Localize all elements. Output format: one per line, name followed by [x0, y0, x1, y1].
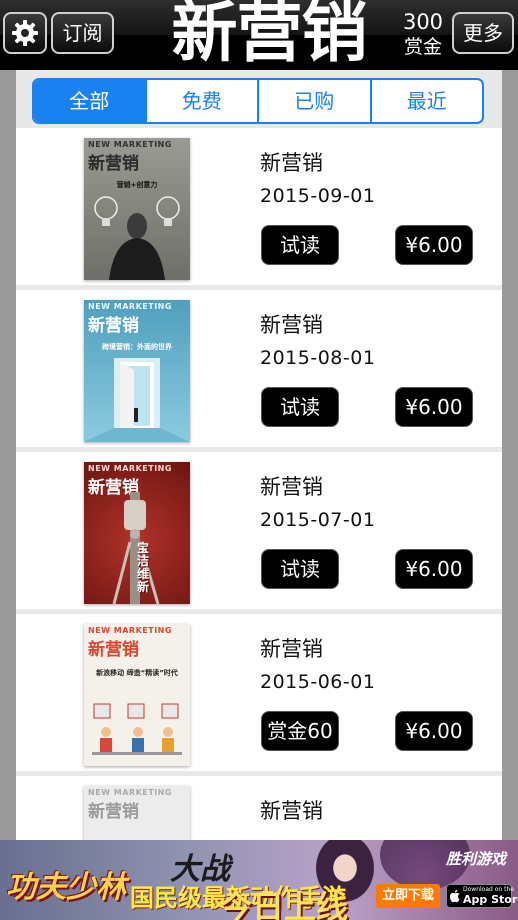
issue-list: NEW MARKETING 新营销 营销+创意力 新营销 2015-09-01 … — [16, 128, 502, 840]
bounty-count: 300 — [402, 10, 444, 34]
more-button[interactable]: 更多 — [452, 12, 514, 54]
ad-game-logo: 功夫少林 — [6, 870, 126, 905]
ad-brand: 胜利游戏 — [446, 850, 507, 868]
door-illustration — [84, 358, 190, 442]
trial-read-button[interactable]: 试读 — [262, 226, 338, 264]
ad-download-button[interactable]: 立即下载 — [376, 884, 440, 908]
people-illustration — [92, 703, 182, 755]
tab-recent[interactable]: 最近 — [369, 80, 483, 122]
tab-all[interactable]: 全部 — [34, 80, 145, 122]
issue-cover[interactable]: NEW MARKETING 新营销 — [84, 786, 190, 840]
tab-free[interactable]: 免费 — [144, 80, 258, 122]
buy-price-button[interactable]: ¥6.00 — [396, 226, 472, 264]
cover-headline: 宝洁维新 — [136, 541, 149, 594]
bounty-read-button[interactable]: 赏金60 — [262, 712, 338, 750]
top-bar: 订阅 新营销 300 赏金 更多 — [0, 0, 518, 70]
issue-cover[interactable]: NEW MARKETING 新营销 宝洁维新 — [84, 462, 190, 604]
issue-title: 新营销 — [260, 313, 323, 337]
issue-date: 2015-07-01 — [260, 509, 376, 531]
app-title: 新营销 — [171, 0, 368, 70]
buy-price-button[interactable]: ¥6.00 — [396, 550, 472, 588]
issue-row: NEW MARKETING 新营销 跨境营销：外面的世界 新营销 2015-08… — [16, 290, 502, 447]
tab-purchased[interactable]: 已购 — [257, 80, 370, 122]
issue-title: 新营销 — [260, 637, 323, 661]
issue-row: NEW MARKETING 新营销 宝洁维新 新营销 2015-07-01 试读… — [16, 452, 502, 609]
subscribe-button[interactable]: 订阅 — [51, 12, 114, 54]
issue-title: 新营销 — [260, 475, 323, 499]
ad-banner[interactable]: 功夫少林 大战 国民级最新动作手游 今日上线 胜利游戏 立即下载 Downloa… — [0, 840, 518, 920]
app-store-big-text: App Store — [463, 893, 518, 906]
issue-title: 新营销 — [260, 151, 323, 175]
issue-date: 2015-08-01 — [260, 347, 376, 369]
issue-row: NEW MARKETING 新营销 营销+创意力 新营销 2015-09-01 … — [16, 128, 502, 285]
settings-button[interactable] — [3, 12, 47, 54]
issue-cover[interactable]: NEW MARKETING 新营销 跨境营销：外面的世界 — [84, 300, 190, 442]
bounty-label: 赏金 — [403, 36, 442, 58]
cover-logo: 新营销 — [88, 802, 139, 822]
ad-headline-bottom: 今日上线 — [220, 888, 349, 920]
trial-read-button[interactable]: 试读 — [262, 388, 338, 426]
filter-tabs: 全部 免费 已购 最近 — [32, 78, 484, 124]
issue-title: 新营销 — [260, 799, 323, 823]
issue-cover[interactable]: NEW MARKETING 新营销 新浪移动 缔造“精读”时代 — [84, 624, 190, 766]
trial-read-button[interactable]: 试读 — [262, 550, 338, 588]
issue-cover[interactable]: NEW MARKETING 新营销 营销+创意力 — [84, 138, 190, 280]
issue-date: 2015-09-01 — [260, 185, 376, 207]
app-store-badge[interactable]: Download on the App Store — [446, 884, 518, 908]
apple-icon — [450, 889, 460, 903]
app-store-small-text: Download on the — [463, 886, 514, 893]
gear-icon — [12, 20, 38, 46]
issue-date: 2015-06-01 — [260, 671, 376, 693]
buy-price-button[interactable]: ¥6.00 — [396, 388, 472, 426]
lightbulb-illustration — [94, 196, 180, 280]
buy-price-button[interactable]: ¥6.00 — [396, 712, 472, 750]
issue-row: NEW MARKETING 新营销 新营销 — [16, 776, 502, 840]
cover-masthead: NEW MARKETING — [88, 788, 172, 797]
issue-row: NEW MARKETING 新营销 新浪移动 缔造“精读”时代 新营销 2015… — [16, 614, 502, 771]
issue-list-panel: 全部 免费 已购 最近 NEW MARKETING 新营销 营销+创意力 新营销 — [16, 70, 502, 840]
